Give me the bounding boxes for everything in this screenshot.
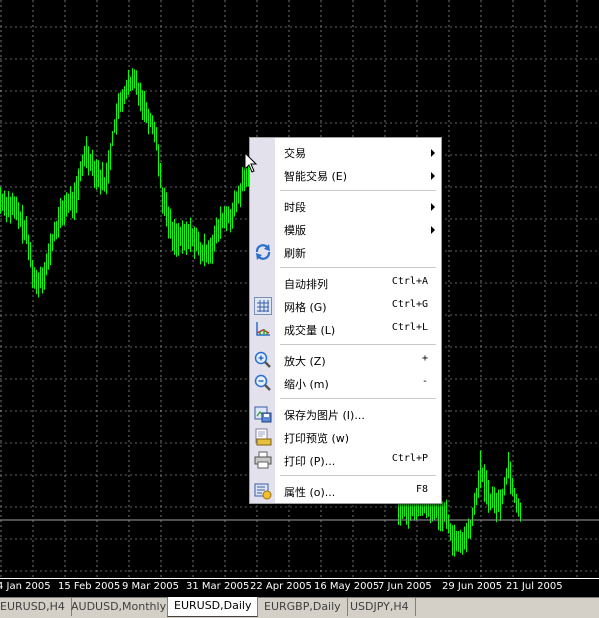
menu-item-shortcut: Ctrl+P: [391, 453, 428, 464]
menu-item-shortcut: Ctrl+A: [391, 276, 428, 287]
menu-item-label: 时段: [284, 201, 306, 214]
menu-separator: [280, 475, 436, 476]
menu-item-trade[interactable]: 交易: [250, 141, 441, 163]
menu-item-label: 刷新: [284, 247, 306, 260]
menu-item-print-preview[interactable]: 打印预览 (w): [250, 426, 441, 448]
tab-eurusd-daily[interactable]: EURUSD,Daily: [167, 597, 259, 617]
menu-item-properties[interactable]: 属性 (o)... F8: [250, 480, 441, 502]
menu-item-expert-advisors[interactable]: 智能交易 (E): [250, 164, 441, 186]
menu-item-grid[interactable]: 网格 (G) Ctrl+G: [250, 295, 441, 317]
tab-eurgbp-daily[interactable]: EURGBP,Daily: [258, 598, 348, 616]
date-label: 9 Mar 2005: [122, 581, 180, 592]
menu-item-label: 自动排列: [284, 278, 328, 291]
tab-usdjpy-h4[interactable]: USDJPY,H4: [344, 598, 416, 616]
date-axis: 4 Jan 2005 15 Feb 2005 9 Mar 2005 31 Mar…: [0, 578, 599, 597]
print-icon: [254, 451, 272, 469]
submenu-arrow-icon: [431, 203, 435, 211]
menu-item-label: 保存为图片 (I)...: [284, 409, 365, 422]
submenu-arrow-icon: [431, 149, 435, 157]
date-label: 4 Jan 2005: [0, 581, 51, 592]
menu-item-save-as-picture[interactable]: 保存为图片 (I)...: [250, 403, 441, 425]
menu-item-label: 缩小 (m): [284, 378, 329, 391]
date-label: 15 Feb 2005: [58, 581, 121, 592]
menu-item-zoom-in[interactable]: 放大 (Z) +: [250, 349, 441, 371]
menu-item-templates[interactable]: 模版: [250, 218, 441, 240]
volumes-icon: [256, 322, 270, 336]
menu-item-shortcut: +: [421, 353, 428, 364]
print-preview-icon: [255, 428, 272, 446]
menu-item-label: 智能交易 (E): [284, 170, 348, 183]
menu-item-label: 成交量 (L): [284, 324, 336, 337]
menu-item-print[interactable]: 打印 (P)... Ctrl+P: [250, 449, 441, 471]
menu-item-shortcut: Ctrl+L: [391, 322, 428, 333]
menu-item-refresh[interactable]: 刷新: [250, 241, 441, 263]
terminal-window: 4 Jan 2005 15 Feb 2005 9 Mar 2005 31 Mar…: [0, 0, 599, 618]
tab-eurusd-h4[interactable]: EURUSD,H4: [0, 598, 72, 616]
menu-separator: [280, 190, 436, 191]
date-label: 21 Jul 2005: [506, 581, 563, 592]
menu-item-shortcut: F8: [415, 484, 428, 495]
properties-icon: [254, 483, 272, 500]
date-label: 31 Mar 2005: [186, 581, 250, 592]
menu-item-shortcut: -: [421, 376, 428, 387]
menu-item-shortcut: Ctrl+G: [391, 299, 428, 310]
menu-separator: [280, 267, 436, 268]
refresh-icon: [255, 244, 271, 260]
date-label: 16 May 2005: [314, 581, 380, 592]
submenu-arrow-icon: [431, 226, 435, 234]
chart-tab-bar: EURUSD,H4 AUDUSD,Monthly EURUSD,Daily EU…: [0, 597, 599, 618]
menu-item-label: 交易: [284, 147, 306, 160]
date-label: 22 Apr 2005: [250, 581, 312, 592]
menu-item-label: 打印 (P)...: [284, 455, 336, 468]
date-label: 7 Jun 2005: [378, 581, 432, 592]
grid-icon: [254, 297, 272, 315]
menu-item-label: 放大 (Z): [284, 355, 326, 368]
menu-item-volumes[interactable]: 成交量 (L) Ctrl+L: [250, 318, 441, 340]
menu-item-zoom-out[interactable]: 缩小 (m) -: [250, 372, 441, 394]
chart-context-menu: 交易 智能交易 (E) 时段 模版 刷新 自动排列 Ctrl+A 网格 (G) …: [249, 137, 442, 504]
mouse-cursor-icon: [244, 152, 258, 173]
menu-item-label: 网格 (G): [284, 301, 327, 314]
zoom-in-icon: [254, 351, 271, 368]
menu-item-label: 模版: [284, 224, 306, 237]
tab-audusd-monthly[interactable]: AUDUSD,Monthly: [65, 598, 174, 616]
menu-item-auto-scroll[interactable]: 自动排列 Ctrl+A: [250, 272, 441, 294]
menu-item-label: 打印预览 (w): [284, 432, 350, 445]
menu-item-label: 属性 (o)...: [284, 486, 336, 499]
date-label: 29 Jun 2005: [442, 581, 503, 592]
menu-separator: [280, 398, 436, 399]
save-picture-icon: [254, 406, 272, 423]
zoom-out-icon: [254, 374, 271, 391]
submenu-arrow-icon: [431, 172, 435, 180]
menu-separator: [280, 344, 436, 345]
menu-item-timeframes[interactable]: 时段: [250, 195, 441, 217]
